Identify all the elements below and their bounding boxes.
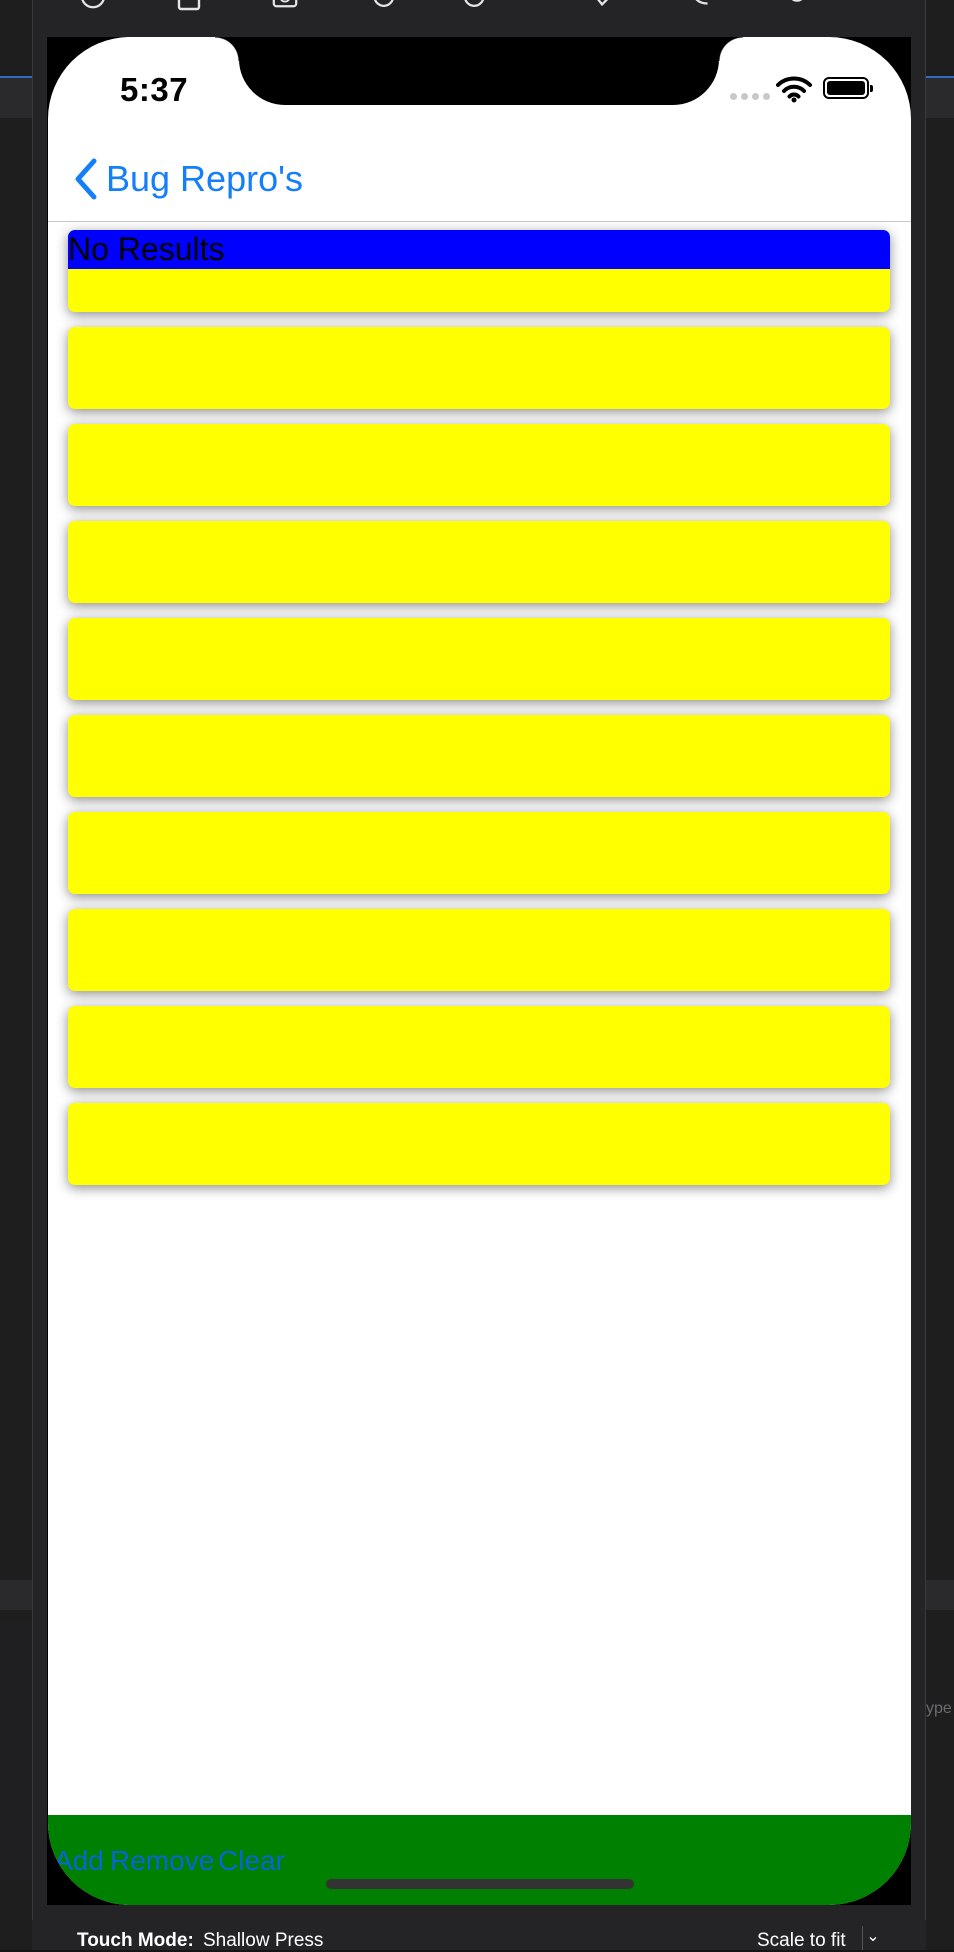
scale-select[interactable]: Scale to fit: [757, 1930, 846, 1952]
lock-icon[interactable]: [175, 0, 203, 11]
clear-button[interactable]: Clear: [218, 1845, 285, 1877]
home-icon[interactable]: [79, 0, 107, 10]
right-strip: [926, 1580, 954, 1610]
screenshot-icon[interactable]: [271, 0, 299, 10]
device-notch: [215, 37, 743, 105]
phone-icon[interactable]: [687, 0, 715, 10]
more-icon[interactable]: [879, 0, 907, 10]
left-strip: [0, 1580, 32, 1610]
chevron-left-icon: [75, 158, 97, 200]
list-card[interactable]: [68, 812, 890, 894]
list-card[interactable]: [68, 327, 890, 409]
list-card[interactable]: [68, 1103, 890, 1185]
home-indicator[interactable]: [326, 1879, 634, 1889]
navigation-bar: Bug Repro's: [48, 137, 911, 222]
simulator-footer: Touch Mode: Shallow Press Scale to fit ⌄: [32, 1920, 926, 1952]
touch-mode-label: Touch Mode:: [77, 1930, 194, 1951]
back-button[interactable]: Bug Repro's: [72, 151, 303, 207]
no-results-label: No Results: [68, 231, 225, 267]
list-card[interactable]: [68, 909, 890, 991]
left-panel: [0, 0, 32, 1950]
list-card[interactable]: [68, 618, 890, 700]
rotate-right-icon[interactable]: [463, 0, 491, 10]
card-header: No Results: [68, 230, 890, 269]
list-card[interactable]: No Results: [68, 230, 890, 312]
shake-icon[interactable]: [589, 0, 617, 10]
device-screen: 5:37 Bug Repro's No Results Add Remove C…: [48, 37, 911, 1905]
left-strip: [0, 78, 32, 118]
wifi-icon: [776, 76, 812, 103]
add-button[interactable]: Add: [54, 1845, 104, 1877]
right-panel: [926, 0, 954, 1950]
right-accent-rule: [926, 76, 954, 78]
back-button-label: Bug Repro's: [106, 158, 303, 199]
cellular-signal-icon: [730, 93, 770, 100]
list-card[interactable]: [68, 521, 890, 603]
left-accent-rule: [0, 76, 32, 78]
simulator-toolbar: [33, 0, 927, 14]
touch-mode-value[interactable]: Shallow Press: [203, 1930, 323, 1952]
host-window: ype 5:37 Bug Repro's No Results Add Remo…: [0, 0, 954, 1952]
bottom-toolbar: Add Remove Clear: [48, 1815, 911, 1905]
chevron-down-icon[interactable]: ⌄: [862, 1926, 883, 1950]
right-strip: [926, 78, 954, 118]
battery-icon: [823, 77, 873, 99]
remove-button[interactable]: Remove: [110, 1845, 214, 1877]
rotate-left-icon[interactable]: [367, 0, 395, 10]
list-card[interactable]: [68, 424, 890, 506]
list-card[interactable]: [68, 1006, 890, 1088]
list-card[interactable]: [68, 715, 890, 797]
left-strip: [0, 1620, 32, 1880]
gear-icon[interactable]: [783, 0, 811, 10]
status-time: 5:37: [120, 71, 189, 108]
truncated-side-text: ype: [926, 1700, 952, 1717]
